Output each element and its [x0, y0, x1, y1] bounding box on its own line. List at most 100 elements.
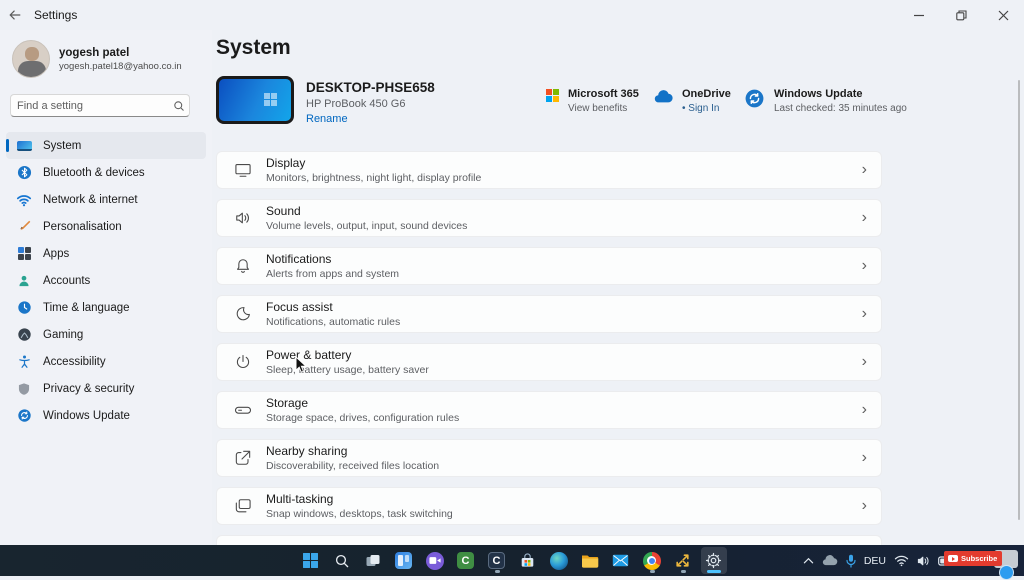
settings-card-storage[interactable]: Storage Storage space, drives, configura… [216, 391, 882, 429]
bluetooth-icon [16, 165, 32, 181]
share-arrows-app-button[interactable] [670, 547, 696, 574]
chevron-right-icon: › [862, 306, 867, 322]
microsoft-365-card[interactable]: Microsoft 365 View benefits [546, 88, 639, 114]
wifi-tray-icon[interactable] [894, 555, 909, 567]
widgets-button[interactable] [391, 547, 417, 574]
chevron-right-icon: › [862, 450, 867, 466]
onedrive-cloud-icon [654, 90, 673, 108]
titlebar: Settings [0, 0, 1024, 30]
sidebar-item-accounts[interactable]: Accounts [6, 267, 206, 294]
multitask-windows-icon [233, 496, 253, 516]
sidebar-item-accessibility[interactable]: Accessibility [6, 348, 206, 375]
volume-tray-icon[interactable] [917, 555, 930, 567]
edge-browser-icon [550, 552, 568, 570]
chevron-right-icon: › [862, 258, 867, 274]
onedrive-card[interactable]: OneDrive • Sign In [654, 88, 731, 114]
settings-card-notifications[interactable]: Notifications Alerts from apps and syste… [216, 247, 882, 285]
file-explorer-icon [581, 553, 599, 568]
taskbar-search-button[interactable] [329, 547, 355, 574]
camtasia-recorder-button[interactable]: C [484, 547, 510, 574]
wifi-icon [16, 192, 32, 208]
chevron-right-icon: › [862, 402, 867, 418]
search-icon [169, 100, 189, 112]
sidebar-item-privacy-security[interactable]: Privacy & security [6, 375, 206, 402]
settings-card-power-battery[interactable]: Power & battery Sleep, battery usage, ba… [216, 343, 882, 381]
user-profile[interactable]: yogesh patel yogesh.patel18@yahoo.co.in [12, 40, 182, 78]
search-icon [334, 553, 350, 569]
minimize-button[interactable] [898, 0, 940, 30]
windows-update-icon [744, 88, 765, 114]
laptop-icon [16, 138, 32, 154]
search-box[interactable] [10, 94, 190, 117]
sidebar-item-personalisation[interactable]: Personalisation [6, 213, 206, 240]
chevron-right-icon: › [862, 162, 867, 178]
onedrive-tray-icon[interactable] [822, 555, 838, 566]
display-icon [233, 160, 253, 180]
settings-taskbar-button[interactable] [701, 547, 727, 574]
camtasia-button[interactable]: C [453, 547, 479, 574]
windows-update-card[interactable]: Windows Update Last checked: 35 minutes … [744, 88, 907, 114]
sidebar-item-time-language[interactable]: Time & language [6, 294, 206, 321]
avatar [12, 40, 50, 78]
accessibility-icon [16, 354, 32, 370]
sidebar-item-network-internet[interactable]: Network & internet [6, 186, 206, 213]
settings-card-display[interactable]: Display Monitors, brightness, night ligh… [216, 151, 882, 189]
close-button[interactable] [982, 0, 1024, 30]
camera-app-button[interactable] [422, 547, 448, 574]
sidebar-item-gaming[interactable]: Gaming [6, 321, 206, 348]
rename-link[interactable]: Rename [306, 113, 435, 125]
main-content: System DESKTOP-PHSE658 HP ProBook 450 G6… [216, 30, 1024, 545]
settings-gear-icon [705, 552, 722, 569]
notifications-bell-icon [233, 256, 253, 276]
xbox-icon [16, 327, 32, 343]
nearby-sharing-icon [233, 448, 253, 468]
sidebar-item-system[interactable]: System [6, 132, 206, 159]
device-model: HP ProBook 450 G6 [306, 98, 435, 110]
update-icon [16, 408, 32, 424]
microsoft-store-button[interactable] [515, 547, 541, 574]
camera-app-icon [426, 552, 444, 570]
subscribe-badge[interactable]: Subscribe [944, 551, 1002, 566]
share-arrows-icon [674, 552, 691, 569]
sound-icon [233, 208, 253, 228]
task-view-button[interactable] [360, 547, 386, 574]
settings-card-sound[interactable]: Sound Volume levels, output, input, soun… [216, 199, 882, 237]
settings-card-focus-assist[interactable]: Focus assist Notifications, automatic ru… [216, 295, 882, 333]
sidebar-item-windows-update[interactable]: Windows Update [6, 402, 206, 429]
chrome-icon [643, 552, 661, 570]
settings-list: Display Monitors, brightness, night ligh… [216, 151, 882, 545]
sidebar-nav: System Bluetooth & devices Network & int… [0, 132, 212, 429]
start-button[interactable] [298, 547, 324, 574]
maximize-button[interactable] [940, 0, 982, 30]
mail-icon [612, 554, 629, 567]
hidden-icons-chevron[interactable] [803, 557, 814, 565]
mail-button[interactable] [608, 547, 634, 574]
shield-icon [16, 381, 32, 397]
task-view-icon [365, 553, 381, 569]
settings-card-partial[interactable] [216, 535, 882, 545]
microphone-tray-icon[interactable] [846, 554, 856, 568]
language-indicator[interactable]: DEU [864, 555, 886, 567]
apps-grid-icon [16, 246, 32, 262]
device-thumbnail [216, 76, 294, 124]
power-icon [233, 352, 253, 372]
selected-accent-bar [6, 139, 9, 152]
back-button[interactable] [0, 0, 30, 30]
sidebar: yogesh patel yogesh.patel18@yahoo.co.in … [0, 30, 212, 545]
sidebar-item-bluetooth-devices[interactable]: Bluetooth & devices [6, 159, 206, 186]
youtube-play-icon [948, 555, 958, 562]
sidebar-item-apps[interactable]: Apps [6, 240, 206, 267]
edge-browser-button[interactable] [546, 547, 572, 574]
taskbar: C C DEU [0, 545, 1024, 576]
settings-card-nearby-sharing[interactable]: Nearby sharing Discoverability, received… [216, 439, 882, 477]
focus-moon-icon [233, 304, 253, 324]
user-name: yogesh patel [59, 47, 182, 59]
file-explorer-button[interactable] [577, 547, 603, 574]
chrome-button[interactable] [639, 547, 665, 574]
subscribe-overlay: Subscribe [944, 548, 1014, 574]
notification-dot [999, 565, 1014, 580]
scrollbar[interactable] [1018, 80, 1020, 520]
search-input[interactable] [11, 100, 169, 112]
settings-card-multi-tasking[interactable]: Multi-tasking Snap windows, desktops, ta… [216, 487, 882, 525]
clock-icon [16, 300, 32, 316]
